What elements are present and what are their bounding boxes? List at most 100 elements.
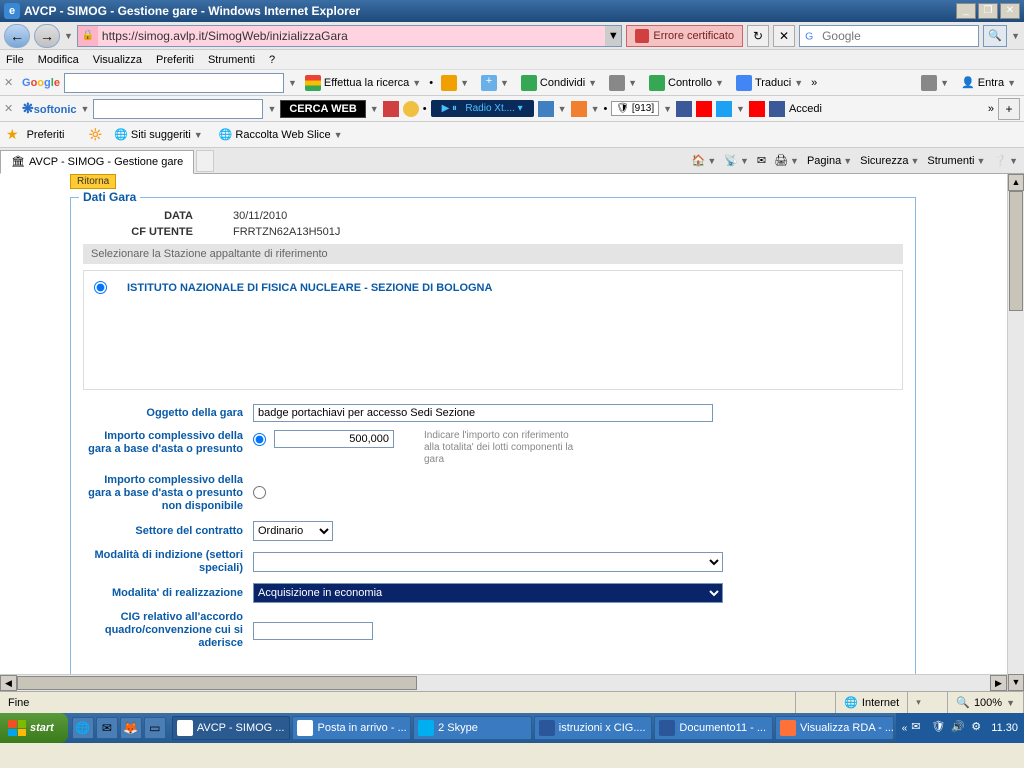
traduci-button[interactable]: Traduci▼ [732,73,807,93]
mail-button[interactable]: ✉ [757,154,766,167]
raccolta-web-slice[interactable]: 🌐Raccolta Web Slice▼ [215,126,347,143]
close-button[interactable]: ✕ [1000,3,1020,19]
entra-button[interactable]: 👤Entra▼ [957,74,1020,91]
google-search-input[interactable] [64,73,284,93]
ql-show-desktop[interactable]: ▭ [144,717,166,739]
scroll-thumb[interactable] [1009,191,1023,311]
tray-icon-2[interactable]: 🛡 [931,720,947,736]
ql-firefox[interactable]: 🦊 [120,717,142,739]
radio-widget[interactable]: ▶ ⏸ Radio Xt.... ▾ [431,100,534,117]
sicurezza-menu[interactable]: Sicurezza▼ [860,155,919,167]
task-visualizza[interactable]: Visualizza RDA - ... [775,716,894,740]
fb2-icon[interactable] [769,101,785,117]
stop-button[interactable]: ✕ [773,25,795,47]
softonic-dropdown[interactable]: ▼ [81,104,90,114]
tray-icon-1[interactable]: ✉ [911,720,927,736]
plus-button[interactable]: +▼ [477,73,513,93]
ritorna-button[interactable]: Ritorna [70,174,116,189]
google-search-dropdown[interactable]: ▼ [288,78,297,88]
importo-nd-radio[interactable] [253,486,266,499]
vertical-scrollbar[interactable]: ▲ ▼ [1007,174,1024,691]
certificate-error[interactable]: Errore certificato [626,25,743,47]
menu-visualizza[interactable]: Visualizza [93,54,142,66]
rss-button[interactable]: 📡▼ [724,154,749,167]
address-bar[interactable]: 🔒 ▼ [77,25,622,47]
print-button[interactable]: 🖨▼ [774,154,799,167]
tray-clock[interactable]: 11.30 [991,722,1018,734]
twitter-icon[interactable] [716,101,732,117]
oggetto-input[interactable] [253,404,713,422]
importo-input[interactable] [274,430,394,448]
scroll-right-button[interactable]: ▶ [990,675,1007,691]
modind-select[interactable] [253,552,723,572]
toolbar-add-button[interactable]: + [998,98,1020,120]
wrench-button[interactable]: ▼ [917,73,953,93]
scroll-up-button[interactable]: ▲ [1008,174,1024,191]
start-button[interactable]: start [0,713,68,743]
sidewiki-button[interactable]: ▼ [605,73,641,93]
tray-volume-icon[interactable]: 🔊 [951,720,967,736]
scroll-down-button[interactable]: ▼ [1008,674,1024,691]
menu-preferiti[interactable]: Preferiti [156,54,194,66]
search-box[interactable]: G [799,25,979,47]
modreal-select[interactable]: Acquisizione in economia [253,583,723,603]
game-icon-2[interactable] [403,101,419,117]
task-documento[interactable]: Documento11 - ... [654,716,773,740]
cerca-dropdown[interactable]: ▼ [370,104,379,114]
youtube-icon[interactable] [696,101,712,117]
address-dropdown[interactable]: ▼ [605,26,621,46]
zoom-control[interactable]: 🔍100%▼ [948,692,1024,713]
menu-strumenti[interactable]: Strumenti [208,54,255,66]
close-toolbar-button[interactable]: ✕ [4,76,18,89]
importo-radio[interactable] [253,433,266,446]
cerca-web-button[interactable]: CERCA WEB [280,100,365,118]
menu-file[interactable]: File [6,54,24,66]
settore-select[interactable]: Ordinario [253,521,333,541]
new-tab-button[interactable] [196,150,214,172]
station-radio[interactable] [94,281,107,294]
accedi-label[interactable]: Accedi [789,103,822,115]
menu-help[interactable]: ? [269,54,275,66]
pagina-menu[interactable]: Pagina▼ [807,155,852,167]
active-tab[interactable]: 🏛 AVCP - SIMOG - Gestione gare [0,150,194,174]
refresh-button[interactable]: ↻ [747,25,769,47]
search-go-button[interactable]: 🔍 [983,25,1007,47]
more-chevron[interactable]: » [811,77,817,89]
softonic-search-dropdown[interactable]: ▼ [267,104,276,114]
cig-input[interactable] [253,622,373,640]
url-input[interactable] [98,26,605,46]
search-input[interactable] [822,29,977,43]
ql-ie[interactable]: 🌐 [72,717,94,739]
home-button[interactable]: 🏠▼ [692,154,717,167]
help-button[interactable]: ❔▼ [993,154,1018,167]
hscroll-thumb[interactable] [17,676,417,690]
tray-icon-3[interactable]: ⚙ [971,720,987,736]
scroll-left-button[interactable]: ◀ [0,675,17,691]
search-dropdown[interactable]: ▼ [1011,31,1020,41]
task-skype[interactable]: 2 Skype [413,716,532,740]
effettua-ricerca-button[interactable]: Effettua la ricerca▼ [301,73,425,93]
horizontal-scrollbar[interactable]: ◀ ▶ [0,674,1007,691]
maximize-button[interactable]: ❐ [978,3,998,19]
ql-mail[interactable]: ✉ [96,717,118,739]
facebook-icon[interactable] [676,101,692,117]
yt2-icon[interactable] [749,101,765,117]
toolbar-more[interactable]: » [988,103,994,115]
condividi-button[interactable]: Condividi▼ [517,73,601,93]
weather-icon[interactable] [538,101,554,117]
minimize-button[interactable]: _ [956,3,976,19]
task-istruzioni[interactable]: istruzioni x CIG.... [534,716,653,740]
menu-modifica[interactable]: Modifica [38,54,79,66]
preferiti-label[interactable]: Preferiti [27,129,65,141]
mail-icon[interactable] [571,101,587,117]
task-avcp[interactable]: AVCP - SIMOG ... [172,716,291,740]
recent-dropdown[interactable]: ▼ [64,31,73,41]
softonic-search-input[interactable] [93,99,263,119]
game-icon-1[interactable] [383,101,399,117]
apps-button[interactable]: ▼ [437,73,473,93]
siti-suggeriti[interactable]: 🌐Siti suggeriti▼ [110,126,207,143]
forward-button[interactable]: → [34,24,60,48]
tray-expand[interactable]: « [902,723,908,734]
strumenti-menu[interactable]: Strumenti▼ [927,155,985,167]
close-softonic-button[interactable]: ✕ [4,102,18,115]
